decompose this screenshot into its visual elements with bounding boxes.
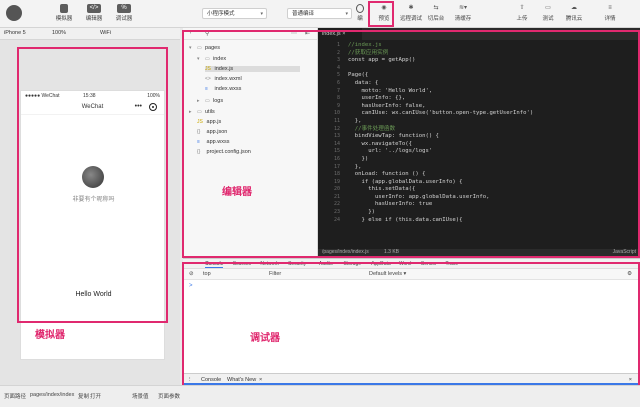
page-params-link[interactable]: 页面参数 xyxy=(158,392,180,400)
device-select[interactable]: iPhone 5 xyxy=(4,30,26,36)
simulator-label: 模拟器 xyxy=(35,330,65,341)
debugger-toggle-button[interactable]: % 调试器 xyxy=(110,3,138,25)
test-icon: ▭ xyxy=(545,5,551,11)
open-link[interactable]: 打开 xyxy=(90,392,101,400)
preview-highlight xyxy=(368,1,394,27)
scene-value-link[interactable]: 场景值 xyxy=(132,392,149,400)
chevron-down-icon: ▾ xyxy=(260,11,263,17)
test-button[interactable]: ▭ 测试 xyxy=(534,3,562,25)
compile-select[interactable]: 普通编译 ▾ xyxy=(287,8,352,19)
cloud-icon: ☁ xyxy=(571,5,577,11)
switch-background-button[interactable]: ⇆ 切后台 xyxy=(422,3,450,25)
menu-icon: ≡ xyxy=(608,5,612,11)
mode-select[interactable]: 小程序模式 ▾ xyxy=(202,8,267,19)
layers-icon: ≋▾ xyxy=(458,5,468,11)
phone-icon xyxy=(60,4,68,13)
editor-highlight xyxy=(182,30,640,258)
clear-cache-button[interactable]: ≋▾ 清缓存 xyxy=(449,3,477,25)
background-icon: ⇆ xyxy=(433,5,439,11)
remote-debug-icon: ✱ xyxy=(408,5,414,11)
tencent-cloud-button[interactable]: ☁ 腾讯云 xyxy=(560,3,588,25)
upload-icon: ⇧ xyxy=(519,5,525,11)
code-icon: </> xyxy=(87,4,101,13)
simulator-toggle-button[interactable]: 模拟器 xyxy=(50,3,78,25)
page-path-label: 页面路径 xyxy=(4,394,27,400)
simulator-highlight xyxy=(17,47,168,323)
compile-button[interactable]: 编 xyxy=(350,3,370,25)
debugger-label: 调试器 xyxy=(250,333,280,344)
bottom-status-bar: 页面路径 pages/index/index 复制 打开 场景值 页面参数 xyxy=(0,385,640,407)
network-select[interactable]: WiFi xyxy=(100,30,111,36)
compile-icon xyxy=(356,4,364,13)
copy-link[interactable]: 复制 xyxy=(78,392,89,400)
top-toolbar: 模拟器 </> 编辑器 % 调试器 小程序模式 ▾ 普通编译 ▾ 编 ◉ 预览 ✱ … xyxy=(0,0,640,28)
page-path-value: pages/index/index xyxy=(30,392,75,398)
chevron-down-icon: ▾ xyxy=(345,11,348,17)
editor-label: 编辑器 xyxy=(222,187,252,198)
user-avatar[interactable] xyxy=(6,5,22,21)
zoom-select[interactable]: 100% xyxy=(52,30,66,36)
details-button[interactable]: ≡ 详情 xyxy=(596,3,624,25)
bug-icon: % xyxy=(117,4,131,13)
upload-button[interactable]: ⇧ 上传 xyxy=(508,3,536,25)
editor-toggle-button[interactable]: </> 编辑器 xyxy=(80,3,108,25)
simulator-subbar: iPhone 5 100% WiFi xyxy=(0,28,180,40)
